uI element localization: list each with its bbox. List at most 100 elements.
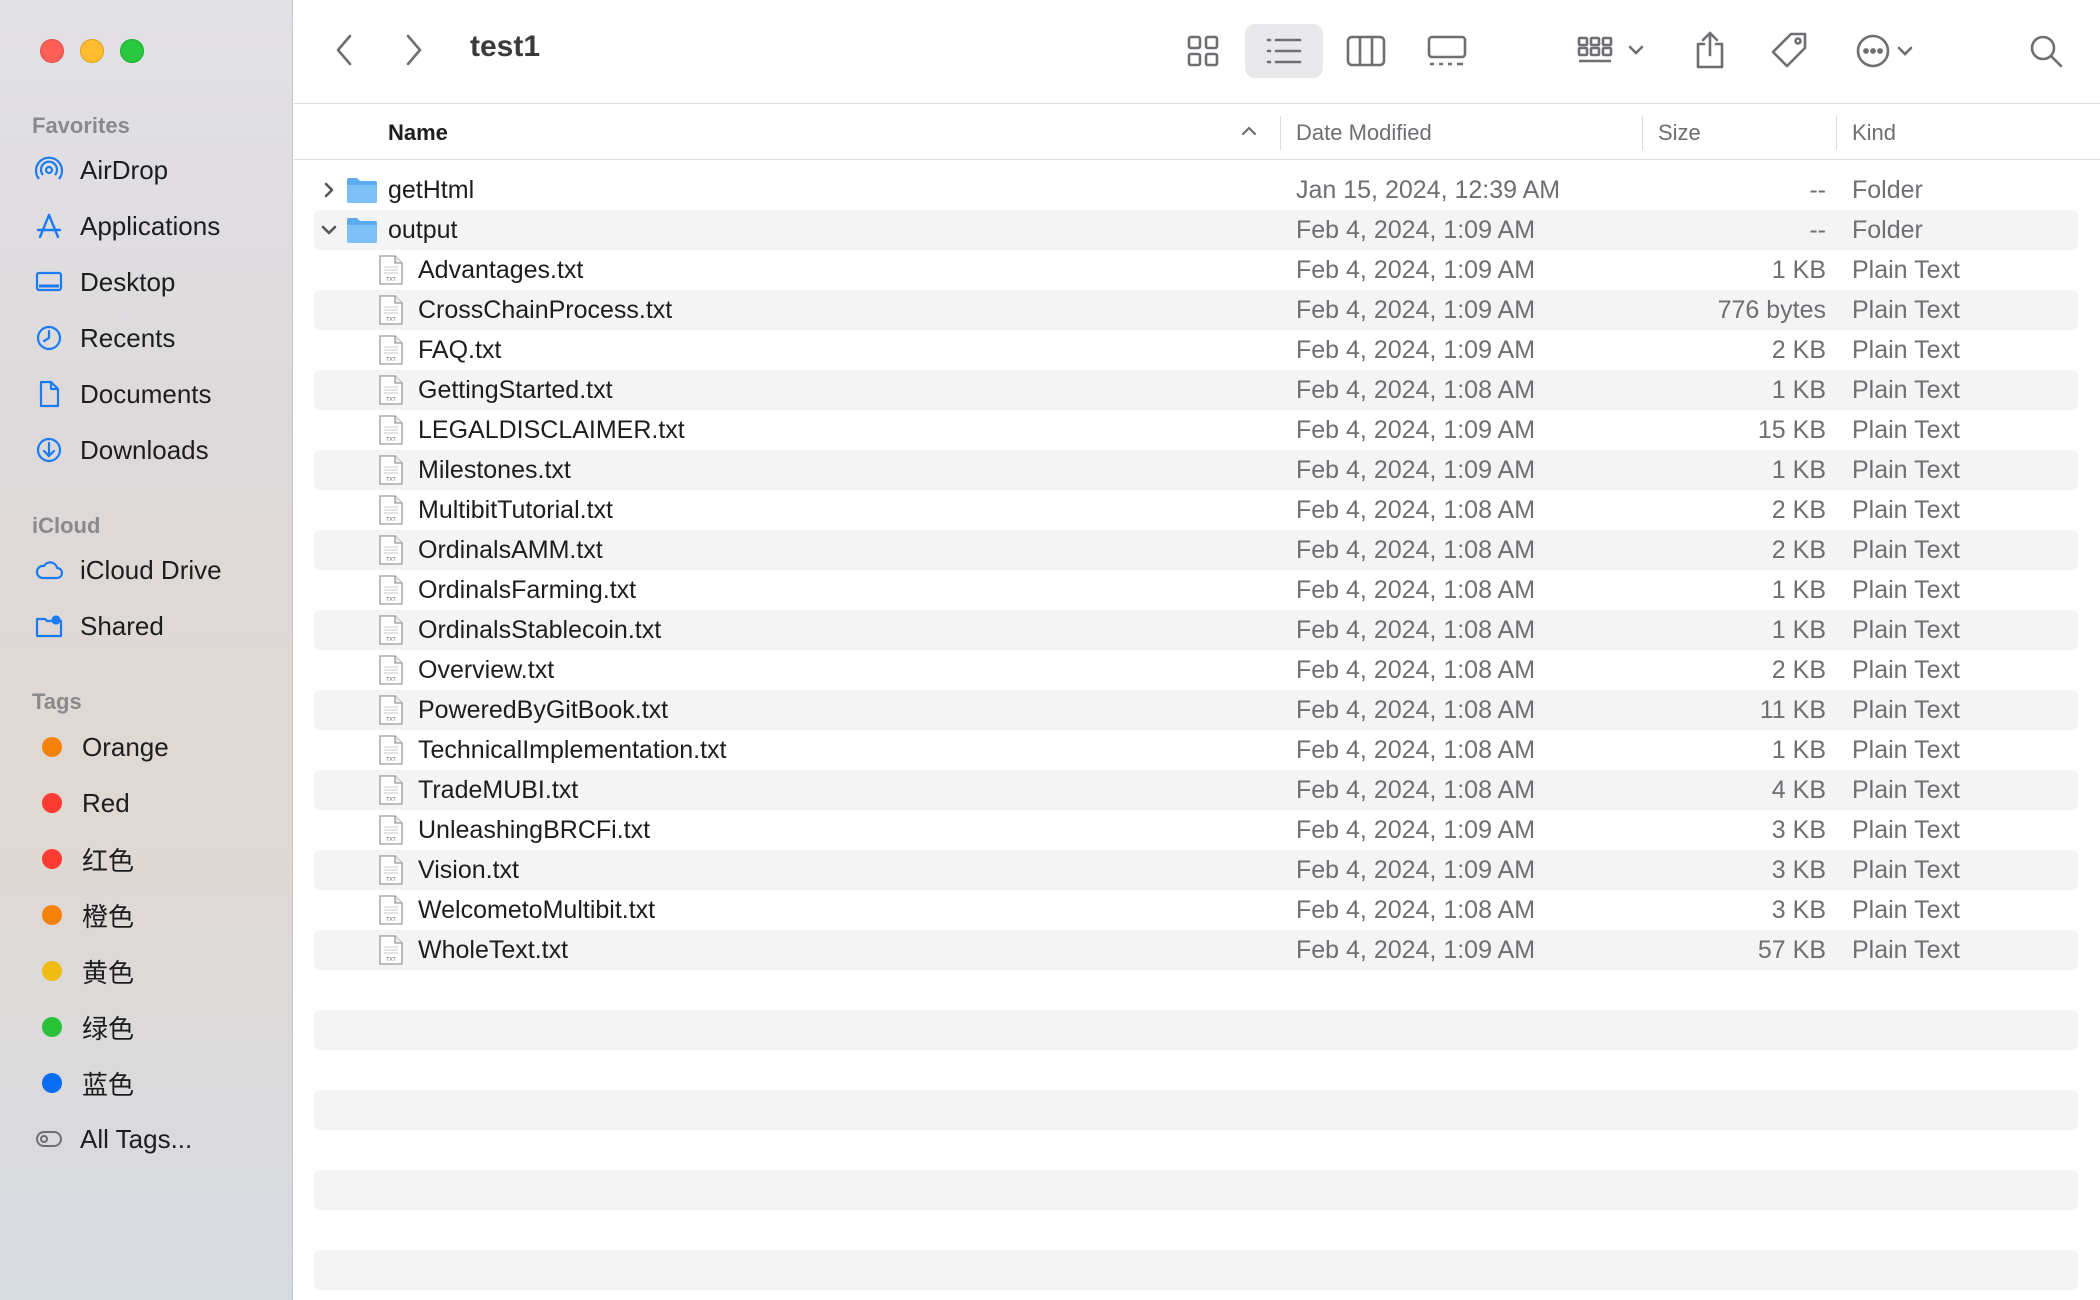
sidebar-item-icloud-drive[interactable]: iCloud Drive [32,550,222,590]
file-row[interactable]: TXT CrossChainProcess.txt Feb 4, 2024, 1:0… [314,290,2078,330]
text-file-icon: TXT [379,295,403,325]
text-file-icon: TXT [379,255,403,285]
txt-label: TXT [385,357,396,363]
file-row[interactable]: TXT Vision.txt Feb 4, 2024, 1:09 AM 3 KB Pla… [314,850,2078,890]
more-actions-button[interactable] [1852,24,1922,78]
minimize-window-button[interactable] [80,39,104,63]
folder-row[interactable]: output Feb 4, 2024, 1:09 AM -- Folder [314,210,2078,250]
sidebar-item-label: AirDrop [80,154,169,185]
share-button[interactable] [1690,22,1730,78]
sort-ascending-icon[interactable] [1240,116,1258,152]
file-row[interactable]: TXT LEGALDISCLAIMER.txt Feb 4, 2024, 1:09 … [314,410,2078,450]
row-size: 3 KB [1771,855,1826,884]
file-row[interactable]: TXT OrdinalsStablecoin.txt Feb 4, 2024, 1:… [314,610,2078,650]
sidebar-tag-yellow-cn[interactable]: 黄色 [32,951,134,991]
list-view-button[interactable] [1245,24,1323,78]
sidebar-item-airdrop[interactable]: AirDrop [32,150,168,190]
column-separator[interactable] [1642,116,1643,150]
file-row[interactable]: TXT UnleashingBRCFi.txt Feb 4, 2024, 1:09 … [314,810,2078,850]
zoom-window-button[interactable] [120,39,144,63]
row-size: 15 KB [1757,415,1826,444]
text-file-icon: TXT [379,935,403,965]
group-by-button[interactable] [1574,24,1654,78]
sidebar-tag-orange-cn[interactable]: 橙色 [32,895,134,935]
sidebar-tag-blue-cn[interactable]: 蓝色 [32,1063,134,1103]
gallery-view-button[interactable] [1422,24,1472,78]
favorites-section-label: Favorites [32,113,130,138]
row-size: 57 KB [1757,935,1826,964]
ellipsis-circle-icon [1856,34,1913,68]
txt-label: TXT [385,877,396,883]
sidebar-item-label: Downloads [80,434,209,465]
back-button[interactable] [330,30,360,70]
row-date: Feb 4, 2024, 1:08 AM [1296,375,1536,404]
row-date: Feb 4, 2024, 1:09 AM [1296,335,1536,364]
file-row[interactable]: TXT OrdinalsAMM.txt Feb 4, 2024, 1:08 AM 2 … [314,530,2078,570]
sidebar-item-label: 绿色 [82,1013,135,1044]
row-size: 776 bytes [1717,295,1826,324]
column-separator[interactable] [1280,116,1281,150]
search-button[interactable] [2024,24,2068,78]
empty-row-stripe [314,1090,2078,1130]
sidebar-tag-red-cn[interactable]: 红色 [32,839,134,879]
column-name-header[interactable]: Name [388,120,448,146]
file-row[interactable]: TXT TechnicalImplementation.txt Feb 4, 202… [314,730,2078,770]
sidebar-tag-orange[interactable]: Orange [32,727,169,767]
row-size: 1 KB [1771,255,1826,284]
sidebar-tag-red[interactable]: Red [32,783,130,823]
disclosure-collapsed-icon[interactable] [318,179,340,201]
sidebar-item-recents[interactable]: Recents [32,318,175,358]
tag-color-dot [42,737,62,757]
sidebar-item-documents[interactable]: Documents [32,374,212,414]
file-row[interactable]: TXT WelcometoMultibit.txt Feb 4, 2024, 1:0… [314,890,2078,930]
row-name: PoweredByGitBook.txt [418,695,669,724]
row-date: Feb 4, 2024, 1:09 AM [1296,415,1536,444]
sidebar-item-applications[interactable]: Applications [32,206,220,246]
column-kind-header[interactable]: Kind [1852,120,1896,146]
sidebar-item-shared[interactable]: Shared [32,606,164,646]
file-row[interactable]: TXT GettingStarted.txt Feb 4, 2024, 1:08 A… [314,370,2078,410]
sidebar-item-label: Applications [80,210,221,241]
file-row[interactable]: TXT Overview.txt Feb 4, 2024, 1:08 AM 2 KB P… [314,650,2078,690]
txt-label: TXT [385,677,396,683]
row-date: Feb 4, 2024, 1:09 AM [1296,935,1536,964]
row-kind: Plain Text [1852,415,1960,444]
row-date: Feb 4, 2024, 1:09 AM [1296,815,1536,844]
sidebar-item-label: 黄色 [82,957,135,988]
sidebar-tag-green-cn[interactable]: 绿色 [32,1007,134,1047]
empty-row-stripe [314,1170,2078,1210]
column-separator[interactable] [1836,116,1837,150]
column-date-header[interactable]: Date Modified [1296,120,1432,146]
file-row[interactable]: TXT WholeText.txt Feb 4, 2024, 1:09 AM 57 K… [314,930,2078,970]
file-row[interactable]: TXT Advantages.txt Feb 4, 2024, 1:09 AM 1 K… [314,250,2078,290]
text-file-icon: TXT [379,375,403,405]
file-row[interactable]: TXT TradeMUBI.txt Feb 4, 2024, 1:08 AM 4 KB… [314,770,2078,810]
forward-button[interactable] [398,30,428,70]
row-date: Feb 4, 2024, 1:09 AM [1296,255,1536,284]
text-file-icon: TXT [379,495,403,525]
row-kind: Plain Text [1852,535,1960,564]
txt-label: TXT [385,557,396,563]
column-view-button[interactable] [1342,24,1390,78]
disclosure-expanded-icon[interactable] [318,219,340,241]
column-size-header[interactable]: Size [1658,120,1701,146]
row-kind: Plain Text [1852,375,1960,404]
file-row[interactable]: TXT OrdinalsFarming.txt Feb 4, 2024, 1:08 … [314,570,2078,610]
applications-icon [32,209,66,243]
sidebar-item-label: Desktop [80,266,176,297]
txt-label: TXT [385,757,396,763]
file-row[interactable]: TXT Milestones.txt Feb 4, 2024, 1:09 AM 1 K… [314,450,2078,490]
shared-folder-icon [32,609,66,643]
file-row[interactable]: TXT MultibitTutorial.txt Feb 4, 2024, 1:08… [314,490,2078,530]
close-window-button[interactable] [40,39,64,63]
sidebar-item-downloads[interactable]: Downloads [32,430,209,470]
file-row[interactable]: TXT FAQ.txt Feb 4, 2024, 1:09 AM 2 KB Plain … [314,330,2078,370]
sidebar-item-label: All Tags... [80,1123,193,1154]
file-row[interactable]: TXT PoweredByGitBook.txt Feb 4, 2024, 1:08… [314,690,2078,730]
sidebar-all-tags[interactable]: All Tags... [32,1119,192,1159]
folder-row[interactable]: getHtml Jan 15, 2024, 12:39 AM -- Folder [314,170,2078,210]
icon-view-button[interactable] [1180,24,1226,78]
tags-button[interactable] [1766,22,1812,78]
sidebar-item-desktop[interactable]: Desktop [32,262,175,302]
row-size: 2 KB [1771,535,1826,564]
